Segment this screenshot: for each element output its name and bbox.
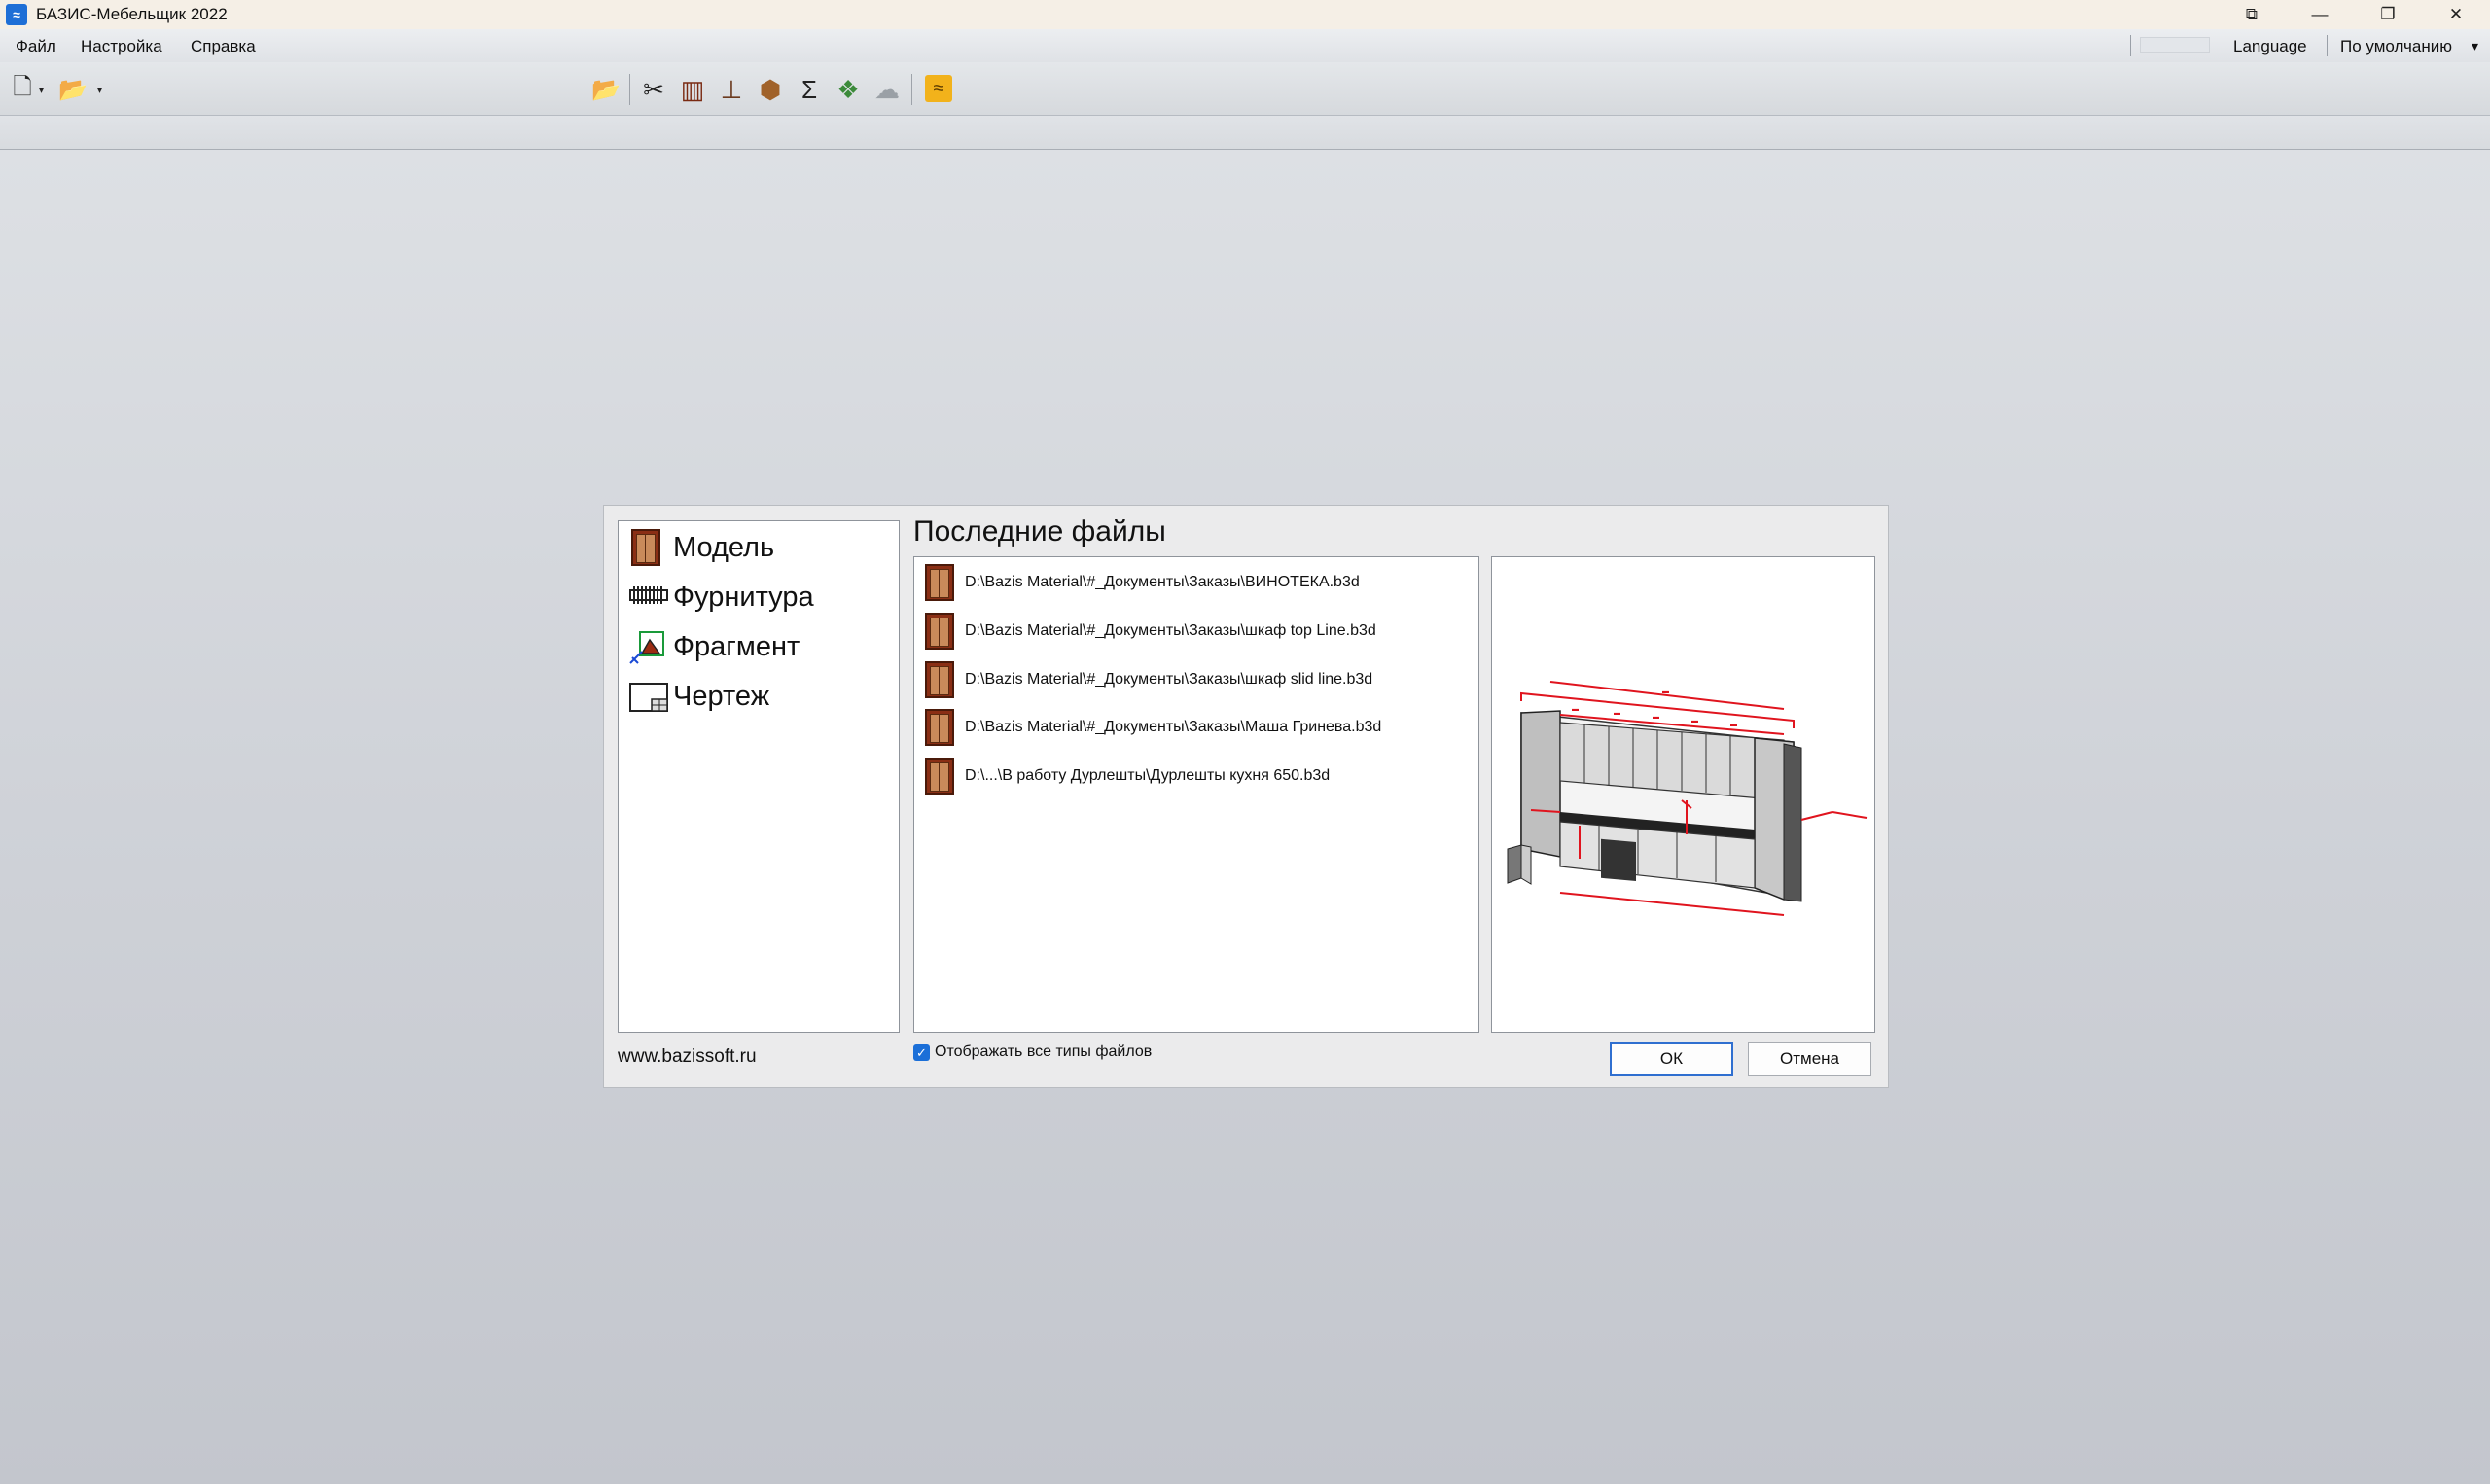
model-file-icon — [922, 659, 957, 700]
type-model[interactable]: Модель — [628, 526, 774, 569]
type-fittings[interactable]: Фурнитура — [628, 576, 814, 618]
menu-help[interactable]: Справка — [191, 37, 256, 56]
window-controls: ⧉ — ❐ ✕ — [2218, 0, 2490, 29]
app-logo-icon: ≈ — [6, 4, 27, 25]
show-all-types-option[interactable]: ✓ Отображать все типы файлов — [913, 1043, 1152, 1061]
menu-divider — [2327, 35, 2328, 56]
drawing-icon — [628, 676, 669, 717]
ok-button[interactable]: ОК — [1610, 1042, 1733, 1076]
model-icon — [628, 527, 669, 568]
fragment-icon — [628, 626, 669, 667]
toolbar-divider — [911, 74, 912, 105]
type-label: Фрагмент — [673, 630, 800, 662]
file-preview: ▬ ▬ ▬ ▬ ▬ ▬ — [1491, 556, 1875, 1033]
profile-dropdown[interactable]: По умолчанию — [2340, 37, 2452, 56]
title-bar: ≈ БАЗИС-Мебельщик 2022 ⧉ — ❐ ✕ — [0, 0, 2490, 29]
recent-file-item[interactable]: D:\Bazis Material\#_Документы\Заказы\шка… — [922, 610, 1376, 653]
type-fragment[interactable]: Фрагмент — [628, 625, 800, 668]
recent-file-item[interactable]: D:\Bazis Material\#_Документы\Заказы\Маш… — [922, 706, 1381, 749]
svg-text:▬: ▬ — [1653, 714, 1659, 721]
cloud-icon[interactable]: ☁ — [872, 75, 902, 104]
language-field[interactable] — [2140, 37, 2210, 53]
window-title: БАЗИС-Мебельщик 2022 — [36, 5, 228, 23]
recent-file-item[interactable]: D:\Bazis Material\#_Документы\Заказы\ВИН… — [922, 561, 1360, 604]
new-dropdown-icon[interactable]: ▾ — [39, 86, 44, 96]
chevron-down-icon[interactable]: ▾ — [2472, 38, 2478, 54]
file-path: D:\Bazis Material\#_Документы\Заказы\шка… — [965, 622, 1376, 639]
menu-file[interactable]: Файл — [16, 37, 56, 56]
minimize-button[interactable]: — — [2286, 0, 2354, 29]
svg-text:▬: ▬ — [1572, 706, 1579, 713]
language-menu[interactable]: Language — [2233, 37, 2307, 56]
open-folder-icon[interactable]: 📂 — [591, 75, 621, 104]
menu-divider — [2130, 35, 2131, 56]
toolbar-divider — [629, 74, 630, 105]
menu-settings[interactable]: Настройка — [81, 37, 162, 56]
new-file-icon[interactable]: 🗋 — [8, 74, 37, 104]
recent-files-list: D:\Bazis Material\#_Документы\Заказы\ВИН… — [913, 556, 1479, 1033]
svg-text:▬: ▬ — [1614, 710, 1620, 717]
cutting-icon[interactable]: ✂ — [639, 75, 668, 104]
file-path: D:\...\В работу Дурлешты\Дурлешты кухня … — [965, 767, 1331, 784]
model-file-icon — [922, 562, 957, 603]
recent-files-title: Последние файлы — [913, 515, 1166, 548]
kitchen-model-preview: ▬ ▬ ▬ ▬ ▬ ▬ — [1507, 681, 1868, 916]
file-path: D:\Bazis Material\#_Документы\Заказы\Маш… — [965, 719, 1382, 735]
svg-text:▬: ▬ — [1691, 718, 1698, 724]
maximize-button[interactable]: ❐ — [2354, 0, 2422, 29]
show-all-types-checkbox[interactable]: ✓ — [913, 1043, 930, 1061]
fittings-icon — [628, 577, 669, 618]
recent-file-item[interactable]: D:\Bazis Material\#_Документы\Заказы\шка… — [922, 658, 1372, 701]
model-file-icon — [922, 756, 957, 796]
menu-bar: Файл Настройка Справка Language По умолч… — [0, 29, 2490, 62]
taskbar-view-icon[interactable]: ⧉ — [2218, 0, 2286, 29]
svg-text:▬: ▬ — [1730, 722, 1737, 728]
panel-strip — [0, 115, 2490, 151]
open-file-icon[interactable]: 📂 — [58, 75, 88, 104]
package-icon[interactable]: ⬢ — [756, 75, 785, 104]
model-file-icon — [922, 707, 957, 748]
website-link[interactable]: www.bazissoft.ru — [618, 1046, 757, 1068]
type-drawing[interactable]: Чертеж — [628, 675, 769, 718]
sum-icon[interactable]: Σ — [795, 75, 824, 104]
render-icon[interactable]: ❖ — [834, 75, 863, 104]
open-document-dialog: Модель Фурнитура Фрагмент Чертеж Последн… — [603, 505, 1889, 1088]
type-label: Модель — [673, 531, 775, 563]
edge-icon[interactable]: ⊥ — [717, 75, 746, 104]
bazis-icon[interactable]: ≈ — [925, 75, 952, 102]
type-label: Чертеж — [673, 680, 770, 712]
document-type-list: Модель Фурнитура Фрагмент Чертеж — [618, 520, 900, 1033]
open-dropdown-icon[interactable]: ▾ — [97, 86, 102, 96]
close-button[interactable]: ✕ — [2422, 0, 2490, 29]
toolbar: 🗋 ▾ 📂 ▾ 📂 ✂ ▥ ⊥ ⬢ Σ ❖ ☁ ≈ — [0, 62, 2490, 115]
file-path: D:\Bazis Material\#_Документы\Заказы\ВИН… — [965, 574, 1360, 590]
model-file-icon — [922, 611, 957, 652]
recent-file-item[interactable]: D:\...\В работу Дурлешты\Дурлешты кухня … — [922, 755, 1330, 797]
cabinet-icon[interactable]: ▥ — [678, 75, 707, 104]
svg-text:▬: ▬ — [1662, 689, 1669, 695]
cancel-button[interactable]: Отмена — [1748, 1042, 1871, 1076]
file-path: D:\Bazis Material\#_Документы\Заказы\шка… — [965, 671, 1373, 688]
type-label: Фурнитура — [673, 581, 814, 613]
show-all-types-label: Отображать все типы файлов — [935, 1043, 1153, 1060]
